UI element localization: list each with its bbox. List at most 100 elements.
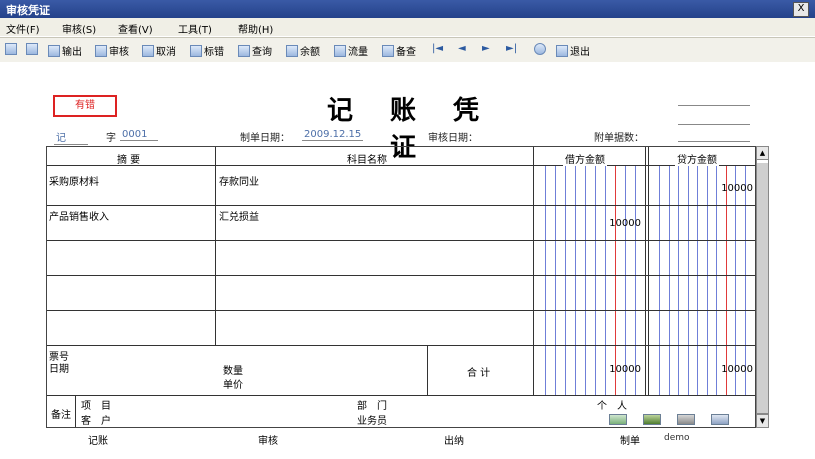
- scroll-down-icon[interactable]: ▼: [757, 414, 768, 427]
- output-icon: [48, 44, 60, 57]
- next-button[interactable]: ►: [482, 43, 490, 54]
- menu-view[interactable]: 查看(V): [118, 21, 153, 36]
- scroll-up-icon[interactable]: ▲: [757, 147, 768, 160]
- mark-error-label: 标错: [204, 47, 224, 58]
- row-divider: [47, 205, 755, 206]
- menu-help[interactable]: 帮助(H): [238, 21, 273, 36]
- balance-button[interactable]: 余额: [286, 43, 320, 58]
- row-divider: [47, 165, 755, 166]
- project-label: 项 目: [81, 401, 111, 412]
- voucher-type: 记: [54, 129, 88, 145]
- last-button[interactable]: ►|: [506, 43, 517, 54]
- vertical-scrollbar[interactable]: ▲ ▼: [756, 146, 769, 428]
- memo-label: 备查: [396, 47, 416, 58]
- department-label: 部 门: [357, 401, 387, 412]
- amount-digit-line: [716, 165, 717, 395]
- amount-digit-line: [707, 165, 708, 395]
- row2-account[interactable]: 汇兑损益: [219, 208, 259, 223]
- first-button[interactable]: |◄: [432, 43, 443, 54]
- help-button[interactable]: [534, 43, 546, 55]
- date-field[interactable]: 2009.12.15: [302, 129, 364, 141]
- query-label: 查询: [252, 47, 272, 58]
- header-account: 科目名称: [347, 155, 387, 166]
- amount-digit-line: [605, 165, 606, 395]
- image-icon[interactable]: [643, 414, 661, 425]
- unit-price-label: 单价: [223, 380, 243, 391]
- amount-digit-line: [585, 165, 586, 395]
- cashier-label: 出纳: [444, 436, 464, 447]
- window-title: 审核凭证: [6, 4, 50, 17]
- col-divider: [648, 147, 649, 395]
- amount-digit-line: [575, 165, 576, 395]
- amount-digit-line: [565, 165, 566, 395]
- amount-digit-line: [635, 165, 636, 395]
- exit-icon: [556, 44, 568, 57]
- document-icon[interactable]: [711, 414, 729, 425]
- amount-digit-line: [595, 165, 596, 395]
- col-divider: [427, 345, 428, 395]
- exit-label: 退出: [570, 47, 590, 58]
- previous-button[interactable]: ◄: [458, 43, 466, 54]
- quantity-label: 数量: [223, 366, 243, 377]
- scan-icon[interactable]: [677, 414, 695, 425]
- amount-digit-line: [726, 165, 727, 395]
- balance-label: 余额: [300, 47, 320, 58]
- total-debit: 10000: [609, 364, 641, 375]
- amount-digit-line: [555, 165, 556, 395]
- row1-account[interactable]: 存款同业: [219, 173, 259, 188]
- close-button[interactable]: X: [793, 2, 809, 17]
- balance-icon: [286, 44, 298, 57]
- audit-button[interactable]: 审核: [95, 43, 129, 58]
- output-button[interactable]: 输出: [48, 43, 82, 58]
- mark-error-button[interactable]: 标错: [190, 43, 224, 58]
- menu-audit[interactable]: 审核(S): [62, 21, 96, 36]
- header-debit: 借方金额: [563, 151, 607, 166]
- col-divider: [215, 147, 216, 345]
- preview-button[interactable]: [26, 43, 38, 55]
- row1-summary[interactable]: 采购原材料: [49, 173, 99, 188]
- scroll-thumb[interactable]: [757, 162, 768, 414]
- date-label: 制单日期：: [240, 133, 290, 144]
- memo-icon: [382, 44, 394, 57]
- exit-button[interactable]: 退出: [556, 43, 590, 58]
- total-credit: 10000: [721, 364, 753, 375]
- print-icon: [5, 43, 17, 55]
- amount-digit-line: [659, 165, 660, 395]
- voucher-number-field[interactable]: 0001: [120, 129, 158, 141]
- amount-digit-line: [545, 165, 546, 395]
- row1-credit[interactable]: 10000: [653, 183, 753, 194]
- ticket-date-label: 日期: [49, 364, 69, 375]
- row-divider: [47, 240, 755, 241]
- customer-label: 客 户: [81, 416, 111, 427]
- previous-icon: ◄: [458, 43, 466, 54]
- menu-tools[interactable]: 工具(T): [178, 21, 212, 36]
- bookkeeper-label: 记账: [88, 436, 108, 447]
- maker-label: 制单: [620, 436, 640, 447]
- row2-summary[interactable]: 产品销售收入: [49, 208, 109, 223]
- remark-label: 备注: [51, 410, 71, 421]
- cash-flow-button[interactable]: 流量: [334, 43, 368, 58]
- cash-flow-label: 流量: [348, 47, 368, 58]
- row-divider: [47, 345, 755, 346]
- menu-file[interactable]: 文件(F): [6, 21, 40, 36]
- voucher-type-field[interactable]: 记: [54, 129, 88, 145]
- help-icon: [534, 43, 546, 55]
- col-divider: [533, 147, 534, 395]
- print-button[interactable]: [5, 43, 17, 55]
- cancel-button[interactable]: 取消: [142, 43, 176, 58]
- voucher-number-label: 字: [106, 133, 116, 144]
- last-icon: ►|: [506, 43, 518, 54]
- row2-debit[interactable]: 10000: [541, 218, 641, 229]
- row-divider: [47, 310, 755, 311]
- amount-digit-line: [745, 165, 746, 395]
- col-divider: [645, 147, 646, 395]
- salesman-label: 业务员: [357, 416, 387, 427]
- amount-digit-line: [678, 165, 679, 395]
- amount-digit-line: [625, 165, 626, 395]
- decor-line: [678, 105, 750, 106]
- query-button[interactable]: 查询: [238, 43, 272, 58]
- total-label: 合 计: [467, 368, 491, 379]
- memo-button[interactable]: 备查: [382, 43, 416, 58]
- header-summary: 摘 要: [117, 155, 141, 166]
- attach-icon[interactable]: [609, 414, 627, 425]
